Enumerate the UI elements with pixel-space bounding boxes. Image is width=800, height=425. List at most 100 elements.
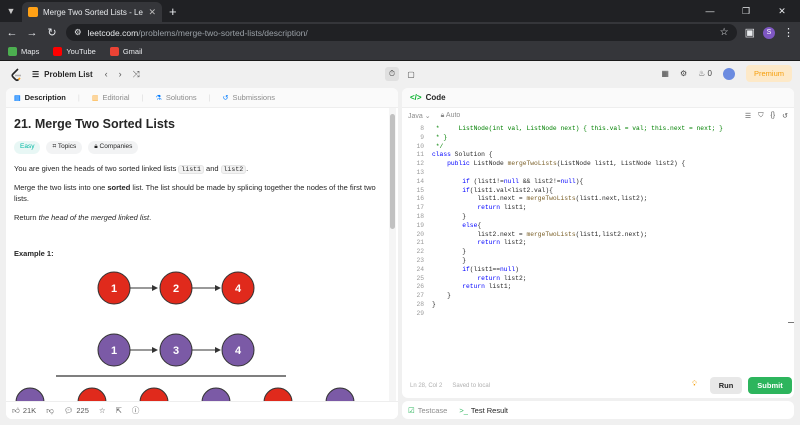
leetcode-logo-icon[interactable] bbox=[10, 67, 22, 82]
bookmark-maps[interactable]: Maps bbox=[8, 47, 39, 56]
line-number: 10 bbox=[416, 142, 424, 150]
line-text: list2.next = mergeTwoLists(list1,list2.n… bbox=[432, 230, 648, 238]
address-toolbar: ← → ↻ ⚙ leetcode.com/problems/merge-two-… bbox=[0, 22, 800, 43]
line-text: return list1; bbox=[477, 204, 527, 212]
tab-label: Submissions bbox=[232, 93, 276, 102]
tab-test-result[interactable]: >_ Test Result bbox=[459, 406, 508, 415]
line-text: return list2; bbox=[477, 239, 527, 247]
tab-solutions[interactable]: ⚗ Solutions bbox=[156, 93, 197, 102]
lock-icon: 🔒︎ bbox=[440, 111, 445, 119]
tab-submissions[interactable]: ↺ Submissions bbox=[223, 93, 275, 102]
list2-row: 1 3 4 bbox=[97, 333, 255, 367]
comments-button[interactable]: 💬︎ 225 bbox=[64, 406, 89, 415]
star-icon: ☆ bbox=[98, 406, 106, 415]
book-icon: ▥ bbox=[91, 94, 99, 102]
user-avatar[interactable] bbox=[722, 67, 735, 80]
node-value: 2 bbox=[173, 283, 179, 295]
bookmark-gmail[interactable]: Gmail bbox=[109, 47, 143, 56]
submit-button[interactable]: Submit bbox=[748, 377, 792, 394]
paragraph-1: You are given the heads of two sorted li… bbox=[14, 164, 384, 175]
tab-label: Description bbox=[24, 93, 66, 102]
shuffle-icon[interactable]: ⤨ bbox=[133, 69, 140, 80]
prev-problem-icon[interactable]: ‹ bbox=[105, 69, 108, 80]
new-tab-icon[interactable]: + bbox=[169, 4, 177, 19]
line-number: 28 bbox=[416, 301, 424, 308]
premium-button[interactable]: Premium bbox=[745, 65, 792, 82]
topics-button[interactable]: ⌗ Topics bbox=[46, 140, 83, 154]
next-problem-icon[interactable]: › bbox=[119, 69, 122, 80]
notes-icon[interactable]: ▢ bbox=[404, 67, 418, 81]
comment-count: 225 bbox=[76, 406, 89, 415]
line-number: 12 bbox=[416, 160, 424, 168]
back-icon[interactable]: ← bbox=[6, 27, 18, 39]
gmail-icon bbox=[109, 47, 119, 56]
companies-label: Companies bbox=[99, 142, 133, 150]
problem-title[interactable]: 21. Merge Two Sorted Lists bbox=[14, 116, 384, 133]
share-button[interactable]: ⇱ bbox=[116, 406, 122, 415]
line-number: 25 bbox=[416, 274, 424, 282]
timer-icon[interactable]: ⏱ bbox=[385, 67, 399, 81]
autosave-indicator[interactable]: 🔒︎ Auto bbox=[441, 112, 461, 120]
editor-toolbar: Java ⌄ 🔒︎ Auto ☰ ⛉ {} ↺ bbox=[402, 108, 794, 123]
format-icon[interactable]: ☰ bbox=[745, 112, 751, 120]
sidebar-icon[interactable]: ▣ bbox=[745, 26, 755, 39]
reload-icon[interactable]: ↻ bbox=[46, 26, 58, 39]
tag-icon: ⌗ bbox=[52, 142, 57, 150]
menu-icon[interactable]: ⋮ bbox=[783, 26, 794, 39]
line-text: if(list1==null) bbox=[462, 265, 519, 273]
url-bar[interactable]: ⚙ leetcode.com/problems/merge-two-sorted… bbox=[66, 24, 737, 41]
profile-avatar[interactable]: S bbox=[763, 26, 775, 39]
line-text: if (list1!=null && list2!=null){ bbox=[462, 177, 584, 185]
browser-tab[interactable]: Merge Two Sorted Lists - LeetC ✕ bbox=[22, 2, 162, 22]
paragraph-2: Merge the two lists into one sorted list… bbox=[14, 183, 384, 203]
bookmark-label: Maps bbox=[21, 47, 40, 56]
tab-search-icon[interactable]: ▼ bbox=[0, 0, 22, 22]
streak[interactable]: ♨ 0 bbox=[698, 69, 712, 78]
companies-button[interactable]: 🔒︎ Companies bbox=[88, 140, 139, 154]
forward-icon[interactable]: → bbox=[26, 27, 38, 39]
paragraph-3: Return the head of the merged linked lis… bbox=[14, 213, 384, 223]
topics-label: Topics bbox=[57, 142, 77, 150]
leetcode-header: ☰ Problem List ‹ › ⤨ ⏱ ▢ ▦ ⚙ ♨ 0 Premium bbox=[0, 61, 800, 88]
layout-icon[interactable]: ▦ bbox=[661, 69, 669, 78]
code-editor[interactable]: 8 * ListNode(int val, ListNode next) { t… bbox=[402, 125, 794, 367]
run-button[interactable]: Run bbox=[710, 377, 742, 394]
tab-description[interactable]: ▤ Description bbox=[14, 93, 66, 102]
line-number: 23 bbox=[416, 257, 424, 264]
dislike-button[interactable]: 👎︎ bbox=[46, 406, 54, 416]
code-icon: </> bbox=[410, 93, 422, 102]
line-text: } bbox=[432, 257, 467, 264]
like-button[interactable]: 👍︎ 21K bbox=[12, 406, 36, 416]
tab-label: Test Result bbox=[470, 405, 509, 415]
language-select[interactable]: Java ⌄ bbox=[408, 112, 431, 120]
help-button[interactable]: ⓘ bbox=[132, 405, 140, 416]
flask-icon: ⚗ bbox=[155, 94, 162, 102]
minimize-icon[interactable]: — bbox=[692, 6, 728, 17]
bookmark-youtube[interactable]: YouTube bbox=[53, 47, 96, 56]
node-value: 4 bbox=[235, 283, 242, 295]
line-text: list1.next = mergeTwoLists(list1.next,li… bbox=[432, 195, 648, 203]
lock-icon: 🔒︎ bbox=[94, 142, 98, 150]
bookmark-icon[interactable]: ⛉ bbox=[758, 112, 763, 120]
tab-editorial[interactable]: ▥ Editorial bbox=[92, 93, 130, 102]
line-number: 17 bbox=[416, 204, 424, 212]
inline-code: list2 bbox=[220, 164, 247, 174]
braces-icon[interactable]: {} bbox=[770, 112, 775, 120]
bookmark-star-icon[interactable]: ☆ bbox=[720, 27, 729, 38]
restore-icon[interactable]: ❐ bbox=[728, 6, 764, 17]
lightbulb-icon[interactable]: 💡︎ bbox=[692, 381, 697, 389]
description-scrollbar[interactable] bbox=[389, 108, 396, 403]
scrollbar-thumb[interactable] bbox=[390, 114, 395, 229]
tab-testcase[interactable]: ☑ Testcase bbox=[408, 406, 447, 415]
line-number: 22 bbox=[416, 248, 424, 256]
close-window-icon[interactable]: ✕ bbox=[764, 6, 800, 17]
site-info-icon[interactable]: ⚙ bbox=[74, 27, 82, 38]
problem-list-button[interactable]: ☰ Problem List bbox=[32, 70, 93, 79]
close-tab-icon[interactable]: ✕ bbox=[148, 7, 156, 18]
settings-icon[interactable]: ⚙ bbox=[680, 69, 687, 78]
bookmark-label: Gmail bbox=[122, 47, 143, 56]
reset-icon[interactable]: ↺ bbox=[782, 112, 788, 120]
line-number: 19 bbox=[416, 221, 424, 229]
node-value: 1 bbox=[111, 345, 117, 357]
favorite-button[interactable]: ☆ bbox=[99, 406, 106, 415]
